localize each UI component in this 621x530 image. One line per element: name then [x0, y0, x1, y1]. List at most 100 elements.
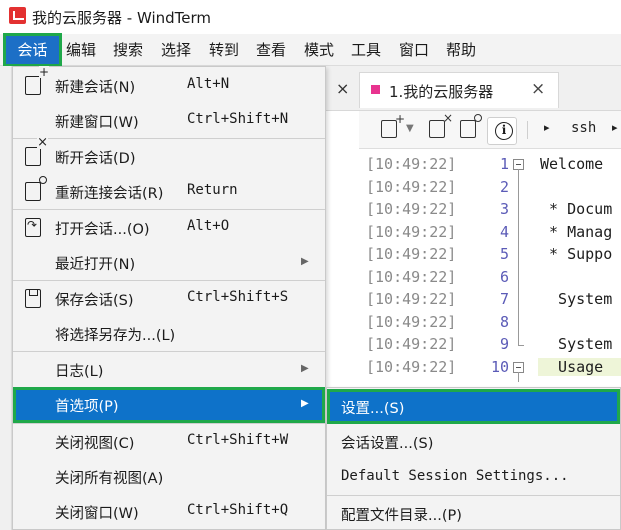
menu-item-shortcut: Ctrl+Shift+W [187, 431, 289, 448]
new-session-icon[interactable] [381, 112, 405, 138]
terminal-text: System [540, 290, 613, 308]
menu-item-label: Default Session Settings... [341, 467, 569, 484]
chevron-down-icon[interactable]: ▼ [406, 123, 414, 134]
menu-help[interactable]: 帮助 [446, 34, 476, 66]
menu-item-close-view[interactable]: 关闭视图(C) Ctrl+Shift+W [13, 424, 325, 459]
new-session-icon [25, 66, 49, 95]
session-toolbar: ▼ ▸ ssh ▸ [359, 111, 621, 149]
menu-item-label: 重新连接会话(R) [55, 186, 164, 203]
menu-goto[interactable]: 转到 [209, 34, 239, 66]
menu-item-open-session[interactable]: 打开会话...(O) Alt+O [13, 210, 325, 245]
tab-title: 1.我的云服务器 [389, 83, 494, 101]
line-number: 6 [499, 267, 509, 286]
timestamp: [10:49:22] [366, 155, 457, 173]
menu-item-save-session[interactable]: 保存会话(S) Ctrl+Shift+S [13, 281, 325, 316]
menu-item-shortcut: Ctrl+Shift+N [187, 111, 289, 128]
timestamp: [10:49:22] [366, 335, 457, 353]
left-side-strip [0, 66, 12, 530]
line-number: 9 [499, 335, 509, 353]
ssh-breadcrumb[interactable]: ssh [571, 120, 596, 136]
menu-item-recent[interactable]: 最近打开(N) ▶ [13, 245, 325, 280]
submenu-item-profile-directory[interactable]: 配置文件目录...(P) [327, 496, 620, 530]
menu-item-label: 关闭视图(C) [55, 435, 135, 452]
menu-item-shortcut: Alt+O [187, 218, 230, 234]
terminal-text: Usage [538, 357, 621, 376]
line-number: 10 [490, 357, 509, 376]
menu-item-log[interactable]: 日志(L) ▶ [13, 352, 325, 387]
terminal-line: [10:49:22] 8 [359, 311, 621, 334]
menu-item-label: 新建会话(N) [55, 80, 136, 96]
terminal-line: [10:49:22] 6 [359, 266, 621, 289]
menu-item-label: 关闭所有视图(A) [55, 470, 164, 487]
line-number: 5 [499, 245, 509, 263]
terminal-text: * Suppo [540, 245, 613, 263]
tab-close-icon[interactable]: × [531, 79, 545, 99]
line-number: 7 [499, 290, 509, 308]
menu-bar: 会话 编辑 搜索 选择 转到 查看 模式 工具 窗口 帮助 [0, 33, 621, 67]
menu-search[interactable]: 搜索 [113, 34, 143, 66]
arrow-right-icon: ▸ [544, 121, 550, 134]
save-icon [25, 289, 41, 308]
window-title: 我的云服务器 - WindTerm [32, 9, 212, 27]
menu-item-shortcut: Ctrl+Shift+S [187, 289, 289, 305]
close-session-icon[interactable] [429, 111, 453, 138]
submenu-item-default-session-settings[interactable]: Default Session Settings... [327, 460, 620, 495]
line-number: 4 [499, 222, 509, 241]
menu-item-label: 断开会话(D) [55, 151, 136, 167]
submenu-arrow-icon: ▶ [301, 398, 309, 410]
fold-guide-end [518, 345, 524, 346]
preferences-submenu: 设置...(S) 会话设置...(S) Default Session Sett… [326, 387, 621, 530]
terminal-line: [10:49:22] 7 System [359, 288, 621, 311]
menu-item-new-session[interactable]: 新建会话(N) Alt+N [13, 66, 325, 103]
timestamp: [10:49:22] [366, 222, 457, 241]
menu-item-label: 会话设置...(S) [341, 436, 434, 453]
toolbar-divider [527, 121, 528, 139]
menu-tools[interactable]: 工具 [351, 34, 381, 66]
timestamp: [10:49:22] [366, 357, 457, 376]
menu-view[interactable]: 查看 [256, 34, 286, 66]
menu-item-shortcut: Return [187, 182, 238, 199]
menu-select[interactable]: 选择 [161, 34, 191, 66]
line-number: 2 [499, 177, 509, 196]
menu-mode[interactable]: 模式 [304, 34, 334, 66]
terminal-line: [10:49:22] 10 Usage [359, 356, 621, 379]
menu-window[interactable]: 窗口 [399, 34, 429, 66]
menu-item-save-selection[interactable]: 将选择另存为...(L) [13, 316, 325, 351]
info-icon[interactable] [487, 117, 517, 145]
side-pane-close-icon[interactable]: × [336, 79, 349, 98]
menu-item-reconnect[interactable]: 重新连接会话(R) Return [13, 174, 325, 209]
terminal-text: * Manag [540, 222, 613, 241]
line-number: 3 [499, 200, 509, 218]
terminal-line: [10:49:22] 9 System [359, 333, 621, 356]
menu-session[interactable]: 会话 [3, 33, 62, 67]
timestamp: [10:49:22] [366, 245, 457, 263]
menu-item-disconnect[interactable]: 断开会话(D) [13, 137, 325, 174]
submenu-item-settings[interactable]: 设置...(S) [327, 389, 620, 425]
timestamp: [10:49:22] [366, 312, 457, 331]
submenu-item-session-settings[interactable]: 会话设置...(S) [327, 424, 620, 459]
menu-item-label: 关闭窗口(W) [55, 506, 139, 523]
submenu-arrow-icon: ▶ [301, 256, 309, 268]
terminal-text: System [540, 335, 613, 353]
fold-toggle-icon[interactable] [513, 361, 524, 373]
menu-edit[interactable]: 编辑 [66, 34, 96, 66]
arrow-right-icon: ▸ [612, 121, 618, 134]
menu-item-close-all-views[interactable]: 关闭所有视图(A) [13, 459, 325, 494]
terminal-line: [10:49:22] 2 [359, 176, 621, 199]
menu-item-preferences[interactable]: 首选项(P) ▶ [13, 387, 325, 423]
terminal-line: [10:49:22] 4 * Manag [359, 221, 621, 244]
menu-item-close-window[interactable]: 关闭窗口(W) Ctrl+Shift+Q [13, 494, 325, 529]
menu-item-new-window[interactable]: 新建窗口(W) Ctrl+Shift+N [13, 103, 325, 138]
menu-item-label: 将选择另存为...(L) [55, 328, 176, 345]
terminal-line: [10:49:22] 1 Welcome [359, 153, 621, 176]
reconnect-icon [25, 176, 47, 202]
submenu-arrow-icon: ▶ [301, 363, 309, 374]
disconnect-icon [25, 137, 48, 166]
reconnect-icon[interactable] [460, 114, 482, 138]
line-number: 1 [499, 155, 509, 173]
tab-session-1[interactable]: 1.我的云服务器 × [359, 72, 559, 108]
tab-status-dot [371, 85, 380, 94]
menu-item-label: 新建窗口(W) [55, 115, 139, 132]
line-number: 8 [499, 312, 509, 331]
menu-item-label: 日志(L) [55, 364, 104, 380]
